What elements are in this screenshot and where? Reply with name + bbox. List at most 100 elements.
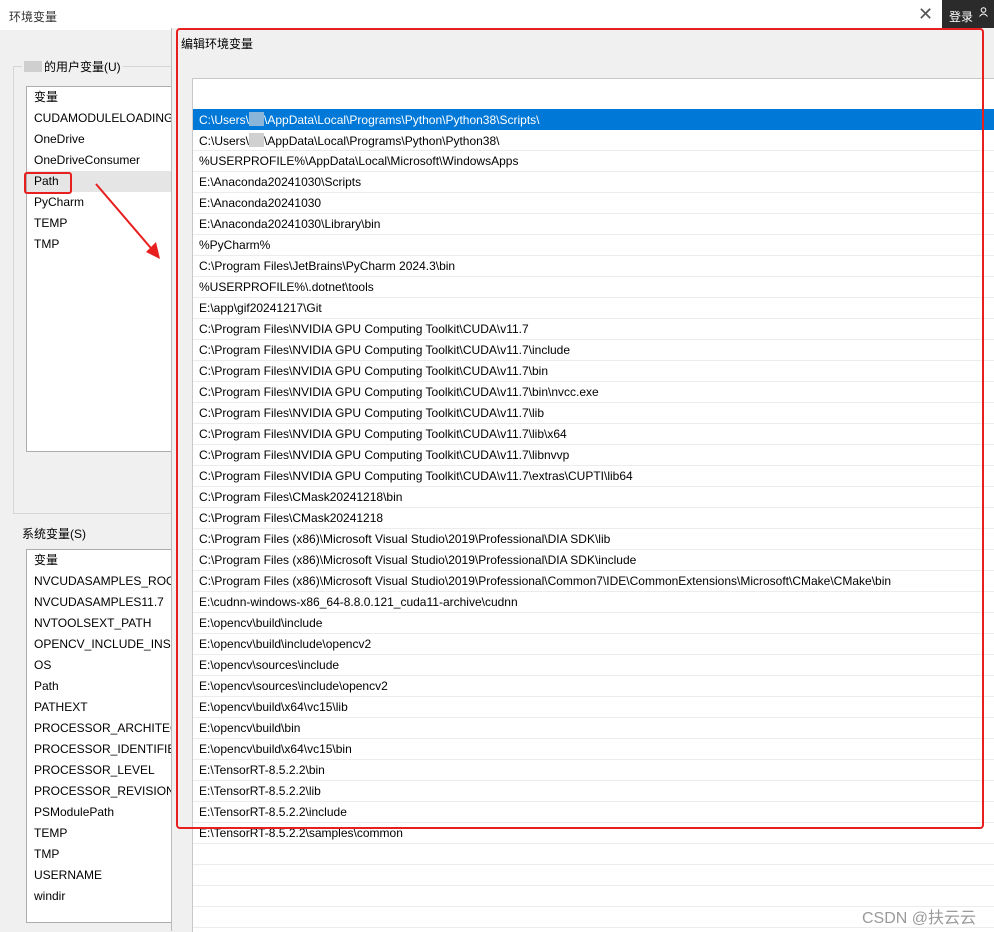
path-entry-text: E:\TensorRT-8.5.2.2\samples\common [199,826,403,840]
path-entry[interactable]: %USERPROFILE%\AppData\Local\Microsoft\Wi… [193,151,994,172]
path-entry[interactable]: C:\Program Files\NVIDIA GPU Computing To… [193,361,994,382]
path-entry[interactable]: E:\Anaconda20241030 [193,193,994,214]
edit-env-dialog: 编辑环境变量 C:\Users\ \AppData\Local\Programs\… [171,28,994,932]
window-title: 环境变量 [9,10,58,24]
path-entry-rest: \AppData\Local\Programs\Python\Python38\… [264,113,540,127]
list-item[interactable]: CUDAMODULELOADING [27,108,187,129]
user-vars-list[interactable]: 变量 CUDAMODULELOADING OneDrive OneDriveCo… [26,86,188,452]
path-entry[interactable]: %USERPROFILE%\.dotnet\tools [193,277,994,298]
path-entry-text: C:\Program Files\NVIDIA GPU Computing To… [199,343,571,357]
list-item[interactable]: TEMP [27,823,187,844]
path-entry[interactable]: E:\TensorRT-8.5.2.2\include [193,802,994,823]
path-entry[interactable]: C:\Program Files\NVIDIA GPU Computing To… [193,466,994,487]
path-entry-text: C:\Program Files\NVIDIA GPU Computing To… [199,364,549,378]
path-entry[interactable]: E:\app\gif20241217\Git [193,298,994,319]
system-vars-list[interactable]: 变量 NVCUDASAMPLES_ROOT NVCUDASAMPLES11.7 … [26,549,188,923]
list-item[interactable]: OPENCV_INCLUDE_INST [27,634,187,655]
list-item[interactable]: PATHEXT [27,697,187,718]
path-entry[interactable]: E:\Anaconda20241030\Scripts [193,172,994,193]
list-item[interactable]: windir [27,886,187,907]
list-item[interactable]: PSModulePath [27,802,187,823]
path-entry[interactable]: %PyCharm% [193,235,994,256]
path-entry[interactable]: C:\Program Files\NVIDIA GPU Computing To… [193,382,994,403]
path-entry-prefix: C:\Users\ [199,134,250,148]
path-entry-text: E:\Anaconda20241030\Scripts [199,175,362,189]
list-item[interactable]: Path [27,676,187,697]
list-item[interactable]: NVTOOLSEXT_PATH [27,613,187,634]
blurred-username [249,112,265,126]
path-entry-text: %USERPROFILE%\AppData\Local\Microsoft\Wi… [199,154,519,168]
list-item[interactable]: OneDrive [27,129,187,150]
system-vars-group-label: 系统变量(S) [22,527,86,541]
path-entry-text: E:\TensorRT-8.5.2.2\bin [199,763,325,777]
path-entry-text: %USERPROFILE%\.dotnet\tools [199,280,374,294]
path-entry[interactable]: C:\Program Files\NVIDIA GPU Computing To… [193,319,994,340]
login-button[interactable]: 登录 [942,0,994,30]
close-icon[interactable]: ✕ [918,4,933,25]
path-entry[interactable]: C:\Users\ \AppData\Local\Programs\Python\… [193,130,994,151]
path-entry[interactable]: E:\TensorRT-8.5.2.2\lib [193,781,994,802]
list-item[interactable]: NVCUDASAMPLES_ROOT [27,571,187,592]
path-entry-text: C:\Program Files\CMask20241218\bin [199,490,403,504]
path-entry-text: C:\Program Files\JetBrains\PyCharm 2024.… [199,259,456,273]
system-vars-header[interactable]: 变量 [27,550,187,571]
list-item[interactable]: PROCESSOR_REVISION [27,781,187,802]
list-item[interactable]: NVCUDASAMPLES11.7 [27,592,187,613]
path-entry[interactable]: E:\opencv\build\x64\vc15\bin [193,739,994,760]
path-entry[interactable]: C:\Program Files (x86)\Microsoft Visual … [193,550,994,571]
path-entry-prefix: C:\Users\ [199,113,250,127]
path-entry-text: C:\Program Files\NVIDIA GPU Computing To… [199,469,633,483]
path-entry[interactable]: C:\Program Files\NVIDIA GPU Computing To… [193,424,994,445]
path-entry-text: C:\Users\ \AppData\Local\Programs\Python\… [199,112,540,127]
path-entry-text: C:\Program Files\NVIDIA GPU Computing To… [199,385,599,399]
path-entries-list[interactable]: C:\Users\ \AppData\Local\Programs\Python\… [192,78,994,932]
path-entry-text: C:\Program Files\NVIDIA GPU Computing To… [199,427,567,441]
path-entry-text: C:\Program Files\NVIDIA GPU Computing To… [199,322,529,336]
empty-row[interactable] [193,865,994,886]
user-vars-label-text: 的用户变量(U) [44,60,121,74]
path-entry[interactable]: E:\cudnn-windows-x86_64-8.8.0.121_cuda11… [193,592,994,613]
list-item[interactable]: OS [27,655,187,676]
path-entry-selected[interactable]: C:\Users\ \AppData\Local\Programs\Python\… [193,109,994,130]
list-item[interactable]: OneDriveConsumer [27,150,187,171]
path-entry[interactable]: C:\Program Files\CMask20241218 [193,508,994,529]
path-entry[interactable]: E:\opencv\build\include\opencv2 [193,634,994,655]
list-item[interactable]: PROCESSOR_LEVEL [27,760,187,781]
path-entry-text: E:\opencv\build\include [199,616,323,630]
path-entry[interactable]: E:\opencv\build\bin [193,718,994,739]
path-entry-text: E:\opencv\build\bin [199,721,301,735]
path-entry-text: E:\opencv\build\x64\vc15\lib [199,700,348,714]
path-entry-text: C:\Program Files\NVIDIA GPU Computing To… [199,448,570,462]
path-entry[interactable]: C:\Program Files\NVIDIA GPU Computing To… [193,445,994,466]
path-entry[interactable]: C:\Program Files\JetBrains\PyCharm 2024.… [193,256,994,277]
path-entry[interactable]: C:\Program Files (x86)\Microsoft Visual … [193,529,994,550]
path-entry[interactable]: C:\Program Files\NVIDIA GPU Computing To… [193,340,994,361]
path-entry[interactable]: E:\Anaconda20241030\Library\bin [193,214,994,235]
path-entry-text: C:\Program Files (x86)\Microsoft Visual … [199,574,892,588]
path-entry-rest: \AppData\Local\Programs\Python\Python38\ [264,134,500,148]
empty-row[interactable] [193,928,994,932]
path-highlight-box [24,172,72,194]
user-icon [979,7,988,17]
user-vars-header[interactable]: 变量 [27,87,187,108]
blurred-username [249,133,265,147]
list-item[interactable]: USERNAME [27,865,187,886]
path-entry-text: E:\TensorRT-8.5.2.2\lib [199,784,321,798]
watermark: CSDN @扶云云 [862,910,977,927]
path-entry[interactable]: C:\Program Files\CMask20241218\bin [193,487,994,508]
path-entry[interactable]: E:\TensorRT-8.5.2.2\samples\common [193,823,994,844]
path-entry[interactable]: E:\TensorRT-8.5.2.2\bin [193,760,994,781]
user-vars-group-label: 的用户变量(U) [22,58,123,75]
path-entry[interactable]: E:\opencv\sources\include\opencv2 [193,676,994,697]
path-entry-text: E:\TensorRT-8.5.2.2\include [199,805,347,819]
path-entry[interactable]: C:\Program Files\NVIDIA GPU Computing To… [193,403,994,424]
list-item[interactable]: PROCESSOR_IDENTIFIER [27,739,187,760]
path-entry-text: E:\opencv\build\x64\vc15\bin [199,742,352,756]
list-item[interactable]: PROCESSOR_ARCHITECT [27,718,187,739]
path-entry[interactable]: E:\opencv\build\x64\vc15\lib [193,697,994,718]
path-entry[interactable]: E:\opencv\sources\include [193,655,994,676]
path-entry[interactable]: C:\Program Files (x86)\Microsoft Visual … [193,571,994,592]
path-entry[interactable]: E:\opencv\build\include [193,613,994,634]
list-item[interactable]: TMP [27,844,187,865]
empty-row[interactable] [193,844,994,865]
